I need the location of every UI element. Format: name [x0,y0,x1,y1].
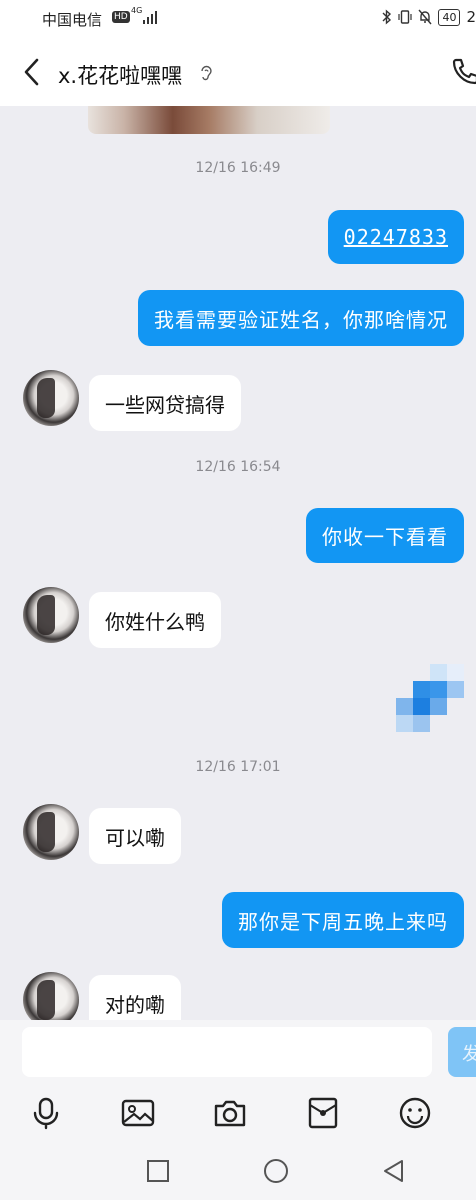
clock-partial: 2 [466,8,476,26]
camera-icon[interactable] [213,1096,247,1130]
outgoing-message[interactable]: 那你是下周五晚上来吗 [222,892,464,948]
timestamp: 12/16 16:54 [195,459,281,475]
incoming-message[interactable]: 一些网贷搞得 [89,375,241,431]
bluetooth-icon [382,9,392,25]
phone-number-link[interactable]: 02247833 [344,225,448,249]
signal-icon [143,10,159,24]
mute-bell-icon [418,9,432,25]
home-circle-icon[interactable] [263,1158,289,1184]
carrier-label: 中国电信 [42,11,103,29]
sent-image-pixelated[interactable] [396,664,464,732]
message-input[interactable] [22,1027,432,1077]
contact-avatar[interactable] [23,370,79,426]
outgoing-message[interactable]: 02247833 [327,210,464,264]
status-right: 40 2 [382,8,476,26]
phone-call-icon[interactable] [450,56,476,86]
incoming-message[interactable]: 你姓什么鸭 [89,592,221,648]
composer-toolbar [0,1086,476,1140]
recents-square-icon[interactable] [145,1158,171,1184]
contact-avatar[interactable] [23,587,79,643]
outgoing-message[interactable]: 你收一下看看 [306,508,464,563]
composer-bar: 发 [0,1020,476,1086]
outgoing-message[interactable]: 我看需要验证姓名，你那啥情况 [138,290,464,346]
hd-badge: HD [112,11,130,23]
timestamp: 12/16 16:49 [195,160,281,176]
vibrate-icon [398,10,413,24]
back-arrow-icon[interactable] [20,56,46,88]
status-bar: 中国电信 HD 4G 40 2 [0,0,476,38]
emoji-icon[interactable] [398,1096,432,1130]
send-label: 发 [462,1044,476,1065]
timestamp: 12/16 17:01 [195,759,281,775]
contact-name: x.花花啦嘿嘿 [58,64,183,88]
back-triangle-icon[interactable] [381,1158,407,1184]
red-packet-icon[interactable] [306,1096,340,1130]
message-list[interactable]: 12/16 16:49 02247833 我看需要验证姓名，你那啥情况 一些网贷… [0,106,476,1020]
send-button[interactable]: 发 [448,1027,476,1077]
image-icon[interactable] [121,1096,155,1130]
contact-avatar[interactable] [23,804,79,860]
battery-indicator: 40 [438,8,461,26]
system-navigation-bar [0,1140,476,1200]
microphone-icon[interactable] [29,1096,63,1130]
shared-photo-partial[interactable] [88,106,330,134]
incoming-message[interactable]: 对的嘞 [89,975,181,1020]
network-label: 4G [131,6,143,15]
incoming-message[interactable]: 可以嘞 [89,808,181,864]
ear-icon [201,65,212,81]
contact-avatar[interactable] [23,972,79,1020]
chat-header: x.花花啦嘿嘿 [0,38,476,106]
